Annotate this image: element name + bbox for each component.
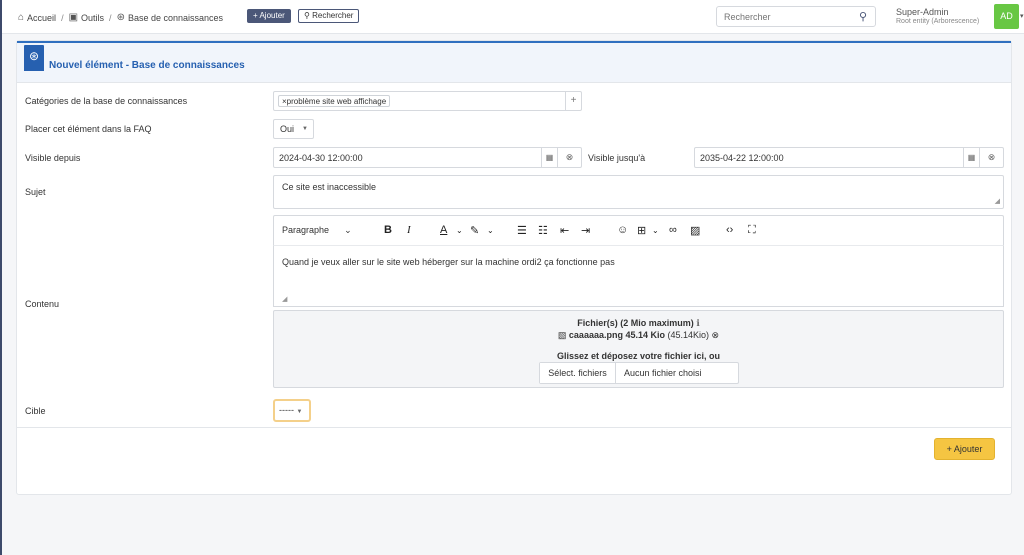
fullscreen-icon[interactable]: ⛶ bbox=[748, 224, 756, 237]
numbered-list-icon[interactable]: ☷ bbox=[538, 224, 548, 237]
breadcrumb-tools[interactable]: Outils bbox=[81, 13, 104, 23]
text-color-icon[interactable]: A bbox=[440, 224, 447, 236]
link-icon[interactable]: ∞ bbox=[669, 224, 677, 236]
attached-file-size: (45.14Kio) bbox=[667, 330, 710, 340]
toolbox-icon: ▣ bbox=[68, 12, 79, 23]
visible-until-value: 2035-04-22 12:00:00 bbox=[700, 153, 784, 163]
info-icon[interactable]: ℹ bbox=[696, 318, 699, 328]
resize-handle-icon[interactable]: ◢ bbox=[995, 197, 1000, 205]
indent-icon[interactable]: ⇥ bbox=[581, 224, 590, 237]
chevron-down-icon[interactable]: ▾ bbox=[1020, 12, 1024, 20]
faq-label: Placer cet élément dans la FAQ bbox=[25, 124, 152, 134]
target-label: Cible bbox=[25, 406, 46, 416]
visible-from-label: Visible depuis bbox=[25, 153, 81, 163]
categories-field[interactable]: ×problème site web affichage + bbox=[273, 91, 582, 111]
lifebuoy-icon: ⊛ bbox=[116, 12, 125, 23]
left-sidebar-edge bbox=[0, 0, 2, 555]
no-file-text: Aucun fichier choisi bbox=[624, 368, 702, 378]
visible-until-label: Visible jusqu'à bbox=[588, 153, 646, 163]
breadcrumb-home[interactable]: Accueil bbox=[27, 13, 56, 23]
divider bbox=[16, 427, 1012, 428]
remove-file-icon[interactable]: ⊗ bbox=[712, 330, 720, 340]
chevron-down-icon[interactable]: ⌄ bbox=[487, 226, 494, 235]
breadcrumb-kb[interactable]: Base de connaissances bbox=[128, 13, 223, 23]
header-add-button[interactable]: + Ajouter bbox=[247, 9, 291, 23]
chevron-down-icon: ⌄ bbox=[344, 225, 352, 235]
calendar-icon[interactable]: ▦ bbox=[541, 148, 557, 167]
header-search-label: Rechercher bbox=[312, 11, 354, 20]
code-icon[interactable]: ‹› bbox=[726, 224, 733, 236]
avatar[interactable]: AD bbox=[994, 4, 1019, 29]
italic-icon[interactable]: I bbox=[407, 224, 411, 236]
faq-select[interactable]: Oui ▼ bbox=[273, 119, 314, 139]
content-text: Quand je veux aller sur le site web hébe… bbox=[282, 257, 615, 267]
visible-from-field[interactable]: 2024-04-30 12:00:00 ▦ ⊗ bbox=[273, 147, 582, 168]
categories-label: Catégories de la base de connaissances bbox=[25, 96, 188, 106]
chevron-down-icon[interactable]: ⌄ bbox=[652, 226, 659, 235]
chevron-down-icon[interactable]: ⌄ bbox=[456, 226, 463, 235]
calendar-icon[interactable]: ▦ bbox=[963, 148, 979, 167]
breadcrumb-separator: / bbox=[61, 12, 64, 23]
resize-handle-icon[interactable]: ◢ bbox=[282, 295, 287, 303]
search-input[interactable] bbox=[724, 7, 854, 26]
bullet-list-icon[interactable]: ☰ bbox=[517, 224, 527, 237]
faq-value: Oui bbox=[280, 124, 295, 134]
files-title: Fichier(s) (2 Mio maximum) ℹ bbox=[274, 318, 1003, 329]
visible-from-value: 2024-04-30 12:00:00 bbox=[279, 153, 363, 163]
user-info[interactable]: Super-Admin Root entity (Arborescence) bbox=[896, 7, 979, 27]
highlight-color-icon[interactable]: ✎ bbox=[470, 224, 479, 237]
file-dropzone[interactable]: Fichier(s) (2 Mio maximum) ℹ ▧ caaaaaa.p… bbox=[273, 310, 1004, 388]
image-icon[interactable]: ▨ bbox=[690, 224, 700, 237]
lifebuoy-icon: ⊛ bbox=[24, 45, 44, 71]
global-search-box[interactable]: ⚲ bbox=[716, 6, 876, 27]
visible-until-field[interactable]: 2035-04-22 12:00:00 ▦ ⊗ bbox=[694, 147, 1004, 168]
files-title-text: Fichier(s) (2 Mio maximum) bbox=[577, 318, 694, 328]
emoji-icon[interactable]: ☺ bbox=[617, 224, 628, 236]
editor-toolbar: Paragraphe ⌄ B I A ⌄ ✎ ⌄ ☰ ☷ ⇤ ⇥ ☺ ⊞ ⌄ ∞… bbox=[273, 215, 1004, 245]
table-icon[interactable]: ⊞ bbox=[637, 224, 646, 237]
clear-icon[interactable]: ⊗ bbox=[979, 148, 1003, 167]
breadcrumb: ⌂ Accueil / ▣ Outils / ⊛ Base de connais… bbox=[18, 12, 223, 23]
file-input[interactable]: Sélect. fichiers Aucun fichier choisi bbox=[539, 362, 739, 384]
search-icon[interactable]: ⚲ bbox=[859, 10, 867, 23]
clear-icon[interactable]: ⊗ bbox=[557, 148, 581, 167]
bold-icon[interactable]: B bbox=[384, 224, 392, 236]
card-title: Nouvel élément - Base de connaissances bbox=[49, 60, 245, 71]
subject-field[interactable]: Ce site est inaccessible ◢ bbox=[273, 175, 1004, 209]
user-name: Super-Admin bbox=[896, 7, 949, 17]
target-select[interactable]: ----- ▼ bbox=[273, 399, 311, 422]
outdent-icon[interactable]: ⇤ bbox=[560, 224, 569, 237]
category-tag[interactable]: ×problème site web affichage bbox=[278, 95, 391, 107]
header-search-button[interactable]: ⚲ Rechercher bbox=[298, 9, 360, 23]
subject-value: Ce site est inaccessible bbox=[282, 182, 377, 192]
breadcrumb-separator: / bbox=[109, 12, 112, 23]
paragraph-format-select[interactable]: Paragraphe ⌄ bbox=[282, 225, 352, 236]
image-file-icon: ▧ bbox=[557, 330, 567, 340]
chevron-down-icon: ▼ bbox=[302, 126, 308, 132]
add-category-icon[interactable]: + bbox=[565, 92, 581, 110]
paragraph-format-value: Paragraphe bbox=[282, 225, 330, 235]
content-editor[interactable]: Quand je veux aller sur le site web hébe… bbox=[273, 245, 1004, 307]
content-label: Contenu bbox=[25, 299, 60, 309]
user-entity: Root entity (Arborescence) bbox=[896, 18, 980, 25]
top-header: ⌂ Accueil / ▣ Outils / ⊛ Base de connais… bbox=[2, 0, 1024, 34]
attached-file-name[interactable]: caaaaaa.png 45.14 Kio bbox=[569, 330, 665, 340]
card-header: ⊛ Nouvel élément - Base de connaissances bbox=[17, 41, 1011, 83]
chevron-down-icon: ▼ bbox=[296, 409, 303, 415]
search-icon: ⚲ bbox=[304, 11, 310, 20]
subject-label: Sujet bbox=[25, 187, 46, 197]
submit-add-button[interactable]: + Ajouter bbox=[934, 438, 995, 460]
select-files-button[interactable]: Sélect. fichiers bbox=[540, 363, 616, 383]
drop-text: Glissez et déposez votre fichier ici, ou bbox=[556, 351, 721, 361]
attached-file: ▧ caaaaaa.png 45.14 Kio (45.14Kio) ⊗ bbox=[274, 330, 1003, 341]
home-icon: ⌂ bbox=[18, 12, 25, 23]
target-value: ----- bbox=[279, 405, 294, 415]
